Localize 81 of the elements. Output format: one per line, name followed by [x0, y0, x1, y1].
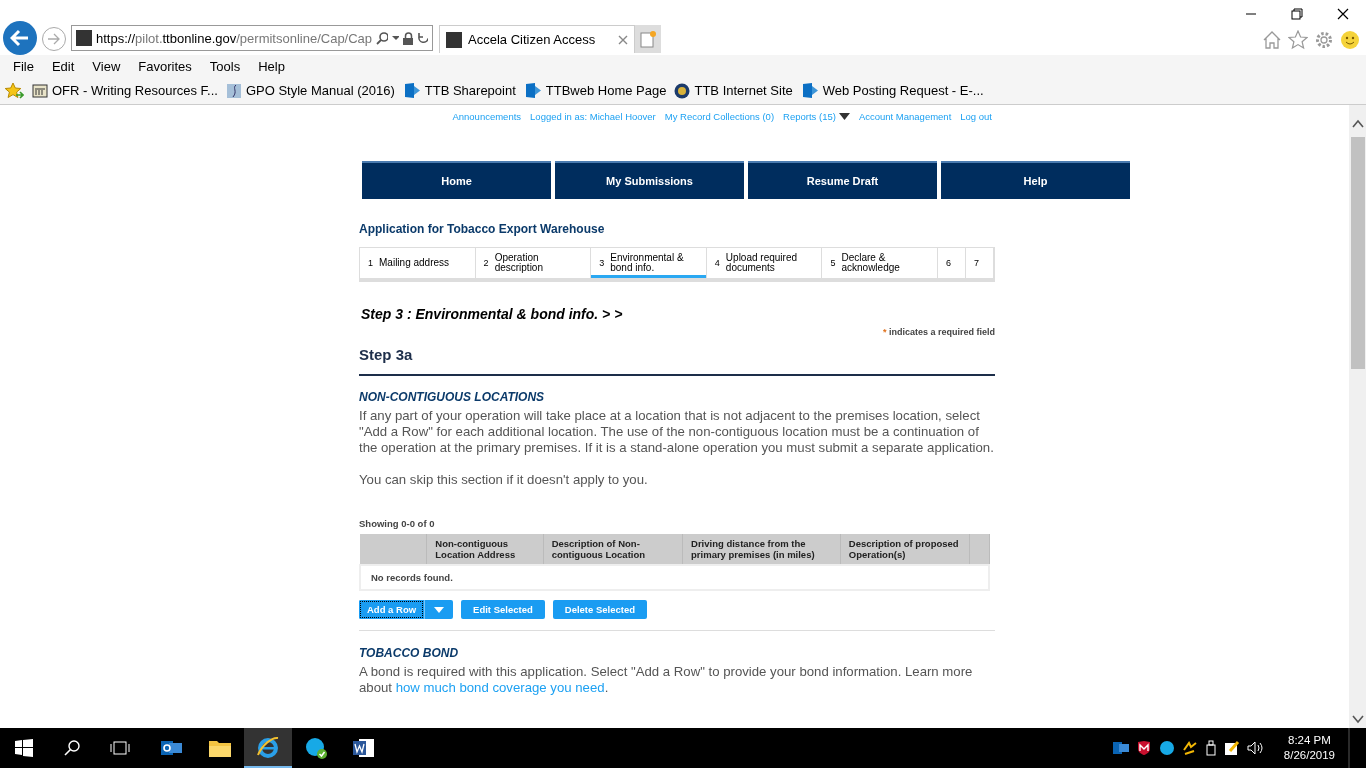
column-header: Description of proposed Operation(s): [840, 534, 970, 565]
smiley-icon[interactable]: [1340, 30, 1360, 50]
refresh-icon[interactable]: [416, 31, 428, 45]
usb-drive-icon[interactable]: [1204, 740, 1217, 756]
sharepoint-icon: [402, 82, 421, 99]
favorites-star-icon[interactable]: [4, 81, 24, 100]
search-icon: [63, 739, 81, 757]
menu-item[interactable]: Tools: [200, 58, 250, 74]
back-arrow-icon: [10, 29, 30, 47]
lock-icon: [403, 31, 413, 45]
nav-tab[interactable]: Resume Draft: [748, 161, 937, 199]
favorite-link[interactable]: TTB Internet Site: [694, 83, 793, 98]
step-tab[interactable]: 1 Mailing address: [360, 248, 476, 278]
browser-e-icon[interactable]: [256, 735, 280, 759]
column-header: Non-contiguous Location Address: [426, 534, 544, 565]
menu-item[interactable]: View: [83, 58, 130, 74]
sync-icon[interactable]: [1181, 740, 1198, 756]
menu-item[interactable]: Help: [249, 58, 294, 74]
menu-item[interactable]: File: [4, 58, 43, 74]
dropdown-caret-icon[interactable]: [838, 112, 850, 120]
application-title: Application for Tobacco Export Warehouse: [359, 222, 606, 236]
step-tab[interactable]: 6: [938, 248, 966, 278]
record-count: Showing 0-0 of 0: [359, 518, 436, 529]
mail-app-icon[interactable]: [161, 738, 183, 758]
shield-icon[interactable]: [1135, 740, 1152, 756]
map-icon: [225, 82, 242, 99]
empty-table-message: No records found.: [360, 565, 989, 590]
seal-icon: [674, 82, 691, 99]
nav-tab[interactable]: Home: [362, 161, 551, 199]
section-title: Step 3a: [359, 346, 995, 376]
clock[interactable]: 8:24 PM 8/26/2019: [1277, 733, 1341, 763]
section-heading: TOBACCO BOND: [359, 646, 460, 660]
logged-in-text: Logged in as: Michael Hoover: [530, 110, 656, 122]
building-icon: [32, 82, 48, 99]
chat-app-icon[interactable]: [304, 736, 328, 760]
scroll-thumb[interactable]: [1350, 137, 1365, 369]
favorite-link[interactable]: TTBweb Home Page: [545, 83, 667, 98]
caret-icon[interactable]: [392, 35, 400, 41]
folder-icon[interactable]: [209, 739, 231, 757]
star-icon[interactable]: [1288, 30, 1308, 50]
step-tab[interactable]: 7: [966, 248, 994, 278]
windows-icon: [15, 739, 33, 757]
section-heading: NON-CONTIGUOUS LOCATIONS: [359, 390, 546, 404]
required-note: * indicates a required field: [881, 327, 995, 337]
scroll-up-icon[interactable]: [1351, 119, 1364, 129]
nav-tab[interactable]: Help: [941, 161, 1130, 199]
document-app-icon[interactable]: [353, 738, 375, 758]
settings-icon[interactable]: [1314, 30, 1334, 50]
scroll-down-icon[interactable]: [1351, 714, 1364, 724]
column-header: Driving distance from the primary premises (in miles): [682, 534, 841, 565]
instruction-text: You can skip this section if it doesn't apply to you.: [359, 472, 649, 488]
bond-info-text: A bond is required with this application. Select "Add a Row" to provide your bond information. Learn more about how much bond coverage you need.: [359, 664, 974, 696]
sharepoint-icon: [800, 82, 819, 99]
url-text: https://pilot.ttbonline.gov/permitsonline/Cap/Cap: [96, 30, 373, 46]
forward-arrow-icon: [47, 33, 61, 45]
task-view-icon: [110, 740, 130, 756]
menu-item[interactable]: Edit: [42, 58, 84, 74]
site-icon: [76, 30, 92, 46]
home-icon[interactable]: [1262, 30, 1282, 50]
favorite-link[interactable]: TTB Sharepoint: [424, 83, 516, 98]
step-heading: Step 3 : Environmental & bond info. > >: [361, 306, 624, 322]
favorite-link[interactable]: OFR - Writing Resources F...: [52, 83, 218, 98]
chat-tray-icon[interactable]: [1158, 740, 1175, 756]
mail-tray-icon[interactable]: [1112, 741, 1129, 755]
search-icon[interactable]: [376, 31, 389, 45]
address-bar[interactable]: https://pilot.ttbonline.gov/permitsonline/Cap/Cap: [71, 25, 433, 51]
nav-tab[interactable]: My Submissions: [555, 161, 744, 199]
new-page-icon: [640, 30, 656, 48]
back-button[interactable]: [3, 21, 37, 55]
scrollbar[interactable]: [1349, 105, 1366, 728]
favorite-link[interactable]: GPO Style Manual (2016): [245, 83, 395, 98]
sharepoint-icon: [523, 82, 542, 99]
column-header: Description of Non-contiguous Location: [543, 534, 683, 565]
instruction-text: If any part of your operation will take place at a location that is not adjacent to the premises location, select "Add a Row" for each additional location. The use of the non-contiguous location must be a continuation of the operation at the primary premises. If it is a stand-alone operation you must submit a separate application.: [359, 408, 995, 456]
speaker-icon[interactable]: [1246, 740, 1265, 756]
note-pencil-icon[interactable]: [1223, 740, 1240, 756]
site-icon: [446, 31, 462, 48]
close-icon[interactable]: [618, 34, 628, 45]
favorite-link[interactable]: Web Posting Request - E-...: [822, 83, 984, 98]
menu-item[interactable]: Favorites: [129, 58, 201, 74]
browser-tab[interactable]: Accela Citizen Access: [439, 25, 635, 53]
